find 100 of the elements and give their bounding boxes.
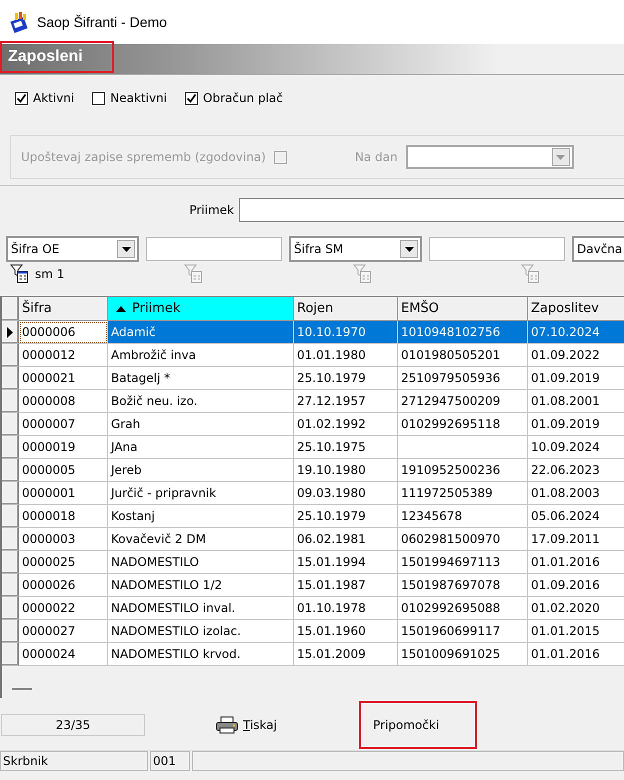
- table-cell: 0000026: [19, 574, 108, 597]
- table-cell: 15.01.1994: [294, 551, 398, 574]
- table-cell: Jurčič - pripravnik: [108, 482, 294, 505]
- toolbar-button[interactable]: Pripomočki: [358, 701, 477, 749]
- dropdown[interactable]: [406, 145, 574, 169]
- table-cell: 0000025: [19, 551, 108, 574]
- table-cell: 01.01.1980: [294, 344, 398, 367]
- table-cell: JAna: [108, 436, 294, 459]
- checkbox[interactable]: [92, 92, 106, 104]
- table-cell: 0000012: [19, 344, 108, 367]
- checkbox[interactable]: [185, 92, 198, 104]
- table-cell: 0000018: [19, 505, 108, 528]
- table-cell: 01.02.2020: [528, 597, 624, 620]
- table-cell: 1910952500236: [398, 459, 528, 482]
- table-cell: 111972505389: [398, 482, 528, 505]
- table-cell: 25.10.1975: [294, 436, 398, 459]
- table-cell: 07.10.2024: [528, 321, 624, 344]
- checkbox[interactable]: [15, 92, 28, 104]
- table-cell: 22.06.2023: [528, 459, 624, 482]
- dropdown[interactable]: Šifra SM: [289, 236, 422, 262]
- table-cell: 0000019: [19, 436, 108, 459]
- table-cell: 19.10.1980: [294, 459, 398, 482]
- table-cell: 01.01.2016: [528, 551, 624, 574]
- table-cell: 2510979505936: [398, 367, 528, 390]
- table-cell: 0000005: [19, 459, 108, 482]
- printer-icon: [215, 716, 239, 734]
- table-cell: NADOMESTILO: [108, 551, 294, 574]
- dropdown[interactable]: Šifra OE: [6, 236, 139, 262]
- table-cell: Kostanj: [108, 505, 294, 528]
- table-cell: 01.09.2019: [528, 367, 624, 390]
- table-cell: 12345678: [398, 505, 528, 528]
- caret-icon: [404, 246, 414, 252]
- column-header[interactable]: Priimek: [108, 297, 294, 321]
- table-cell: 15.01.1987: [294, 574, 398, 597]
- column-header[interactable]: EMŠO: [398, 297, 528, 321]
- table-cell: 2712947500209: [398, 390, 528, 413]
- table-cell: 0000027: [19, 620, 108, 643]
- table-cell: 25.10.1979: [294, 367, 398, 390]
- sort-arrow-icon: [116, 306, 126, 312]
- input-field[interactable]: [146, 237, 282, 261]
- window-title: Saop Šifranti - Demo: [37, 14, 167, 30]
- table-cell: 05.06.2024: [528, 505, 624, 528]
- table-cell: 1501009691025: [398, 643, 528, 666]
- table-cell: 0000024: [19, 643, 108, 666]
- table-cell: 0602981500970: [398, 528, 528, 551]
- table-cell: 09.03.1980: [294, 482, 398, 505]
- status-panel: Skrbnik: [0, 751, 148, 771]
- table-cell: 01.09.2016: [528, 574, 624, 597]
- table-cell: Adamič: [108, 321, 294, 344]
- current-row-icon: [7, 326, 13, 338]
- table-cell: NADOMESTILO izolac.: [108, 620, 294, 643]
- table-cell: 0000021: [19, 367, 108, 390]
- column-header[interactable]: Rojen: [294, 297, 398, 321]
- status-panel: 001: [150, 751, 190, 771]
- table-cell: 0000003: [19, 528, 108, 551]
- table-cell: NADOMESTILO 1/2: [108, 574, 294, 597]
- panel-title: Zaposleni: [0, 41, 114, 73]
- table-cell: 01.09.2022: [528, 344, 624, 367]
- table-cell: 0000007: [19, 413, 108, 436]
- table-cell: 01.02.1992: [294, 413, 398, 436]
- table-cell: 0101980505201: [398, 344, 528, 367]
- table-cell: Ambrožič inva: [108, 344, 294, 367]
- search-field[interactable]: [239, 198, 624, 222]
- option-label: Upoštevaj zapise sprememb (zgodovina): [21, 150, 266, 164]
- toolbar-button[interactable]: Tiskaj: [205, 710, 287, 740]
- table-cell: Jereb: [108, 459, 294, 482]
- table-cell: 0000008: [19, 390, 108, 413]
- table-cell: 10.10.1970: [294, 321, 398, 344]
- column-header[interactable]: Šifra: [19, 297, 108, 321]
- table-cell: 06.02.1981: [294, 528, 398, 551]
- table-cell: 10.09.2024: [528, 436, 624, 459]
- table-cell: NADOMESTILO krvod.: [108, 643, 294, 666]
- table-cell: 01.01.2016: [528, 643, 624, 666]
- table-cell: 27.12.1957: [294, 390, 398, 413]
- row-selector[interactable]: [2, 321, 19, 344]
- table-cell: Kovačevič 2 DM: [108, 528, 294, 551]
- table-cell: 0102992695088: [398, 597, 528, 620]
- table-cell: Batagelj *: [108, 367, 294, 390]
- input-field[interactable]: [429, 237, 565, 261]
- date-label: Na dan: [354, 150, 398, 164]
- table-cell: 1501987697078: [398, 574, 528, 597]
- table-cell: 0102992695118: [398, 413, 528, 436]
- dropdown[interactable]: Davčna: [572, 236, 624, 262]
- table-cell: 01.08.2001: [528, 390, 624, 413]
- table-cell: 15.01.1960: [294, 620, 398, 643]
- table-cell: 17.09.2011: [528, 528, 624, 551]
- table-cell: 1501960699117: [398, 620, 528, 643]
- table-cell: 01.08.2003: [528, 482, 624, 505]
- caret-icon: [556, 154, 566, 160]
- table-cell: 0000022: [19, 597, 108, 620]
- table-cell: 01.01.2015: [528, 620, 624, 643]
- table-cell: 1010948102756: [398, 321, 528, 344]
- record-count: 23/35: [1, 714, 145, 736]
- table-cell: 01.09.2019: [528, 413, 624, 436]
- table-cell: NADOMESTILO inval.: [108, 597, 294, 620]
- table-cell: 01.10.1978: [294, 597, 398, 620]
- table-cell: Božič neu. izo.: [108, 390, 294, 413]
- checkbox-label: Aktivni: [33, 91, 74, 105]
- filter-label: sm 1: [35, 267, 64, 281]
- table-cell: 1501994697113: [398, 551, 528, 574]
